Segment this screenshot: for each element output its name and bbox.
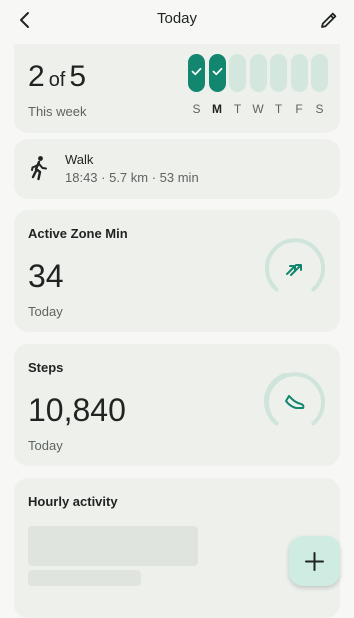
week-days-row: SMTWTFS <box>188 54 328 118</box>
steps-title: Steps <box>28 360 64 375</box>
day-label: M <box>212 102 222 116</box>
walk-details: 18:43 · 5.7 km · 53 min <box>65 170 199 185</box>
page-title: Today <box>156 10 198 27</box>
walk-activity-card[interactable]: Walk 18:43 · 5.7 km · 53 min <box>14 139 340 199</box>
day-5: F <box>290 54 308 116</box>
goal-of-label: of <box>48 69 66 91</box>
azm-value: 34 <box>28 258 64 294</box>
add-button[interactable] <box>289 536 340 586</box>
steps-progress-ring <box>263 372 325 426</box>
day-2: T <box>229 54 246 116</box>
day-4: T <box>270 54 287 116</box>
azm-period: Today <box>28 304 63 319</box>
day-label: F <box>295 102 303 116</box>
goal-progress: 2 of 5 <box>28 60 86 94</box>
day-pill-empty <box>249 54 267 92</box>
day-1: M <box>208 54 226 116</box>
day-pill-empty <box>229 54 246 92</box>
day-label: T <box>233 102 242 116</box>
day-label: S <box>192 102 201 116</box>
top-app-bar: Today <box>0 0 354 40</box>
walk-title: Walk <box>65 152 94 167</box>
day-0: S <box>188 54 205 116</box>
day-pill-empty <box>311 54 328 92</box>
day-pill-empty <box>270 54 287 92</box>
day-6: S <box>311 54 328 116</box>
check-icon <box>212 67 222 76</box>
active-zone-minutes-card[interactable]: Active Zone Min 34 Today <box>14 210 340 332</box>
azm-title: Active Zone Min <box>28 226 128 241</box>
day-label: T <box>274 102 283 116</box>
day-label: S <box>315 102 324 116</box>
edit-button[interactable] <box>318 9 340 31</box>
goal-subtitle: This week <box>28 104 87 119</box>
walking-person-icon <box>31 156 47 181</box>
day-pill-completed <box>208 54 226 92</box>
plus-icon <box>305 552 324 571</box>
shoe-icon <box>285 395 305 409</box>
steps-card[interactable]: Steps 10,840 Today <box>14 344 340 466</box>
day-label: W <box>252 102 264 116</box>
day-pill-completed <box>188 54 205 92</box>
pencil-icon <box>321 12 337 28</box>
goal-done-count: 2 <box>28 60 45 93</box>
loading-placeholder <box>28 526 198 566</box>
heart-arrows-icon <box>286 264 302 276</box>
weekly-goal-card[interactable]: 2 of 5 This week SMTWTFS <box>14 44 340 133</box>
loading-placeholder-short <box>28 570 141 586</box>
hourly-title: Hourly activity <box>28 494 118 509</box>
steps-value: 10,840 <box>28 392 126 428</box>
azm-progress-ring <box>265 238 325 292</box>
steps-period: Today <box>28 438 63 453</box>
goal-target-count: 5 <box>69 60 87 93</box>
check-icon <box>191 67 202 76</box>
day-pill-empty <box>290 54 308 92</box>
day-3: W <box>249 54 267 116</box>
